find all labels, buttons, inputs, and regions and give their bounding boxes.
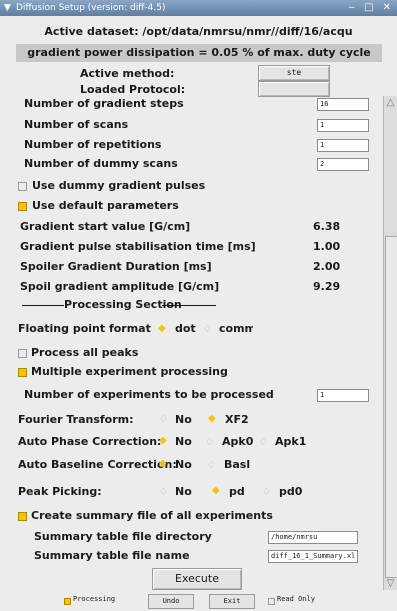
pp-no-label: No: [175, 485, 192, 498]
pp-no-radio[interactable]: ♢: [159, 487, 168, 499]
spoiler-duration-value: 2.00: [313, 260, 341, 273]
window-controls[interactable]: ‒ □ ✕: [348, 0, 394, 16]
bottom-bar: Processing Undo Exit Read Only: [0, 590, 397, 611]
auto-baseline-label: Auto Baseline Correction:: [18, 458, 177, 471]
spoil-amplitude-label: Spoil gradient amplitude [G/cm]: [20, 280, 220, 293]
dummy-pulses-checkbox[interactable]: [18, 182, 27, 191]
default-params-checkbox[interactable]: [18, 202, 27, 211]
gradient-steps-input[interactable]: 16: [317, 98, 369, 111]
scans-input[interactable]: 1: [317, 119, 369, 132]
stabilisation-value: 1.00: [313, 240, 341, 253]
ft-xf2-radio[interactable]: ◆: [208, 413, 216, 425]
dummy-pulses-label: Use dummy gradient pulses: [32, 179, 206, 192]
summary-dir-input[interactable]: /home/nmrsu: [268, 531, 358, 544]
dummy-scans-label: Number of dummy scans: [24, 157, 178, 170]
gradient-start-value: 6.38: [313, 220, 341, 233]
ft-xf2-label: XF2: [225, 413, 249, 426]
apc-apk0-label: Apk0: [222, 435, 254, 448]
fp-dot-radio[interactable]: ◆: [158, 323, 166, 335]
abc-no-radio[interactable]: ◆: [159, 458, 167, 470]
section-divider-left: [22, 305, 64, 306]
spoiler-duration-label: Spoiler Gradient Duration [ms]: [20, 260, 212, 273]
summary-name-input[interactable]: diff_16_1_Summary.xl:: [268, 550, 358, 563]
exit-button[interactable]: Exit: [209, 594, 255, 609]
default-params-label: Use default parameters: [32, 199, 179, 212]
apc-apk1-label: Apk1: [275, 435, 307, 448]
abc-basl-label: Basl: [224, 458, 251, 471]
apc-no-radio[interactable]: ◆: [159, 435, 167, 447]
scrollbar-thumb[interactable]: [385, 236, 397, 578]
apc-apk0-radio[interactable]: ♢: [205, 437, 214, 449]
window-title: Diffusion Setup (version: diff-4.5): [16, 3, 166, 13]
apc-no-label: No: [175, 435, 192, 448]
undo-button[interactable]: Undo: [148, 594, 194, 609]
process-all-peaks-checkbox[interactable]: [18, 349, 27, 358]
read-only-checkbox[interactable]: [268, 598, 275, 605]
pp-pd0-radio[interactable]: ♢: [262, 487, 271, 499]
spoil-amplitude-value: 9.29: [313, 280, 341, 293]
read-only-label: Read Only: [277, 595, 315, 603]
process-all-peaks-label: Process all peaks: [31, 346, 139, 359]
fp-dot-label: dot: [175, 322, 196, 335]
processing-label: Processing: [73, 595, 116, 603]
abc-no-label: No: [175, 458, 192, 471]
summary-file-checkbox[interactable]: [18, 512, 27, 521]
multiple-exp-label: Multiple experiment processing: [31, 365, 228, 378]
dummy-scans-input[interactable]: 2: [317, 158, 369, 171]
power-banner: gradient power dissipation = 0.05 % of m…: [16, 44, 382, 62]
fp-comma-label: comma: [219, 322, 253, 335]
abc-basl-radio[interactable]: ♢: [207, 460, 216, 472]
gradient-start-label: Gradient start value [G/cm]: [20, 220, 191, 233]
multiple-exp-checkbox[interactable]: [18, 368, 27, 377]
active-dataset: Active dataset: /opt/data/nmrsu/nmr//dif…: [44, 25, 353, 38]
auto-phase-label: Auto Phase Correction:: [18, 435, 162, 448]
floating-point-label: Floating point format: [18, 322, 151, 335]
pp-pd0-label: pd0: [279, 485, 303, 498]
summary-dir-label: Summary table file directory: [34, 530, 212, 543]
pp-pd-radio[interactable]: ◆: [212, 485, 220, 497]
stabilisation-label: Gradient pulse stabilisation time [ms]: [20, 240, 256, 253]
scroll-down-icon[interactable]: ▽: [384, 577, 397, 590]
window-titlebar: ▼ Diffusion Setup (version: diff-4.5) ‒ …: [0, 0, 397, 16]
peak-picking-label: Peak Picking:: [18, 485, 102, 498]
active-method-label: Active method:: [80, 67, 175, 80]
section-divider-right: [162, 305, 216, 306]
execute-button[interactable]: Execute: [152, 568, 242, 590]
num-experiments-label: Number of experiments to be processed: [24, 388, 274, 401]
repetitions-label: Number of repetitions: [24, 138, 162, 151]
pp-pd-label: pd: [229, 485, 245, 498]
chevron-down-icon[interactable]: ▼: [4, 0, 11, 16]
processing-checkbox[interactable]: [64, 598, 71, 605]
ft-no-radio[interactable]: ♢: [159, 414, 168, 426]
loaded-protocol-label: Loaded Protocol:: [80, 83, 186, 96]
num-experiments-input[interactable]: 1: [317, 389, 369, 402]
scans-label: Number of scans: [24, 118, 129, 131]
fp-comma-radio[interactable]: ♢: [203, 324, 212, 336]
vertical-scrollbar[interactable]: △ ▽: [383, 96, 397, 590]
loaded-protocol-button[interactable]: [258, 81, 330, 97]
repetitions-input[interactable]: 1: [317, 139, 369, 152]
summary-file-label: Create summary file of all experiments: [31, 509, 273, 522]
ft-no-label: No: [175, 413, 192, 426]
gradient-steps-label: Number of gradient steps: [24, 97, 184, 110]
scroll-up-icon[interactable]: △: [384, 96, 397, 109]
fourier-transform-label: Fourier Transform:: [18, 413, 134, 426]
apc-apk1-radio[interactable]: ♢: [259, 437, 268, 449]
active-method-button[interactable]: ste: [258, 65, 330, 81]
summary-name-label: Summary table file name: [34, 549, 190, 562]
